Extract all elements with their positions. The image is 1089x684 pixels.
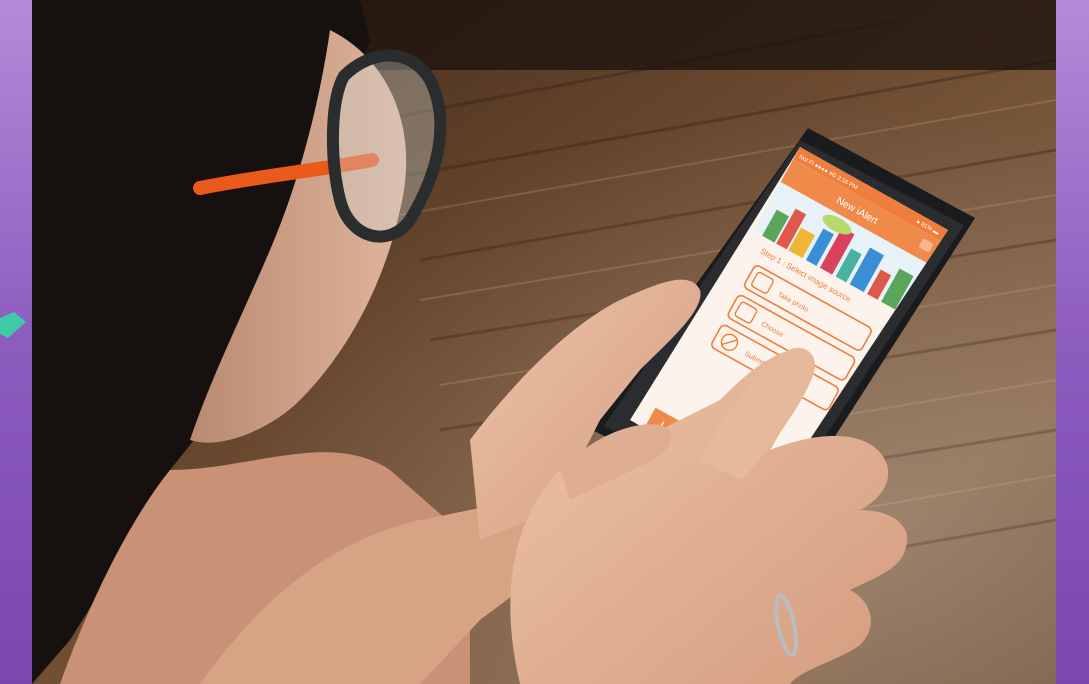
photo-scene: Not Fi ●●●● 4G 2:16 PM ● 81% ▬ New iAler… [0,0,1089,684]
right-purple-frame [1056,0,1089,684]
left-purple-frame [0,0,32,684]
wall-shadow [340,0,1056,70]
